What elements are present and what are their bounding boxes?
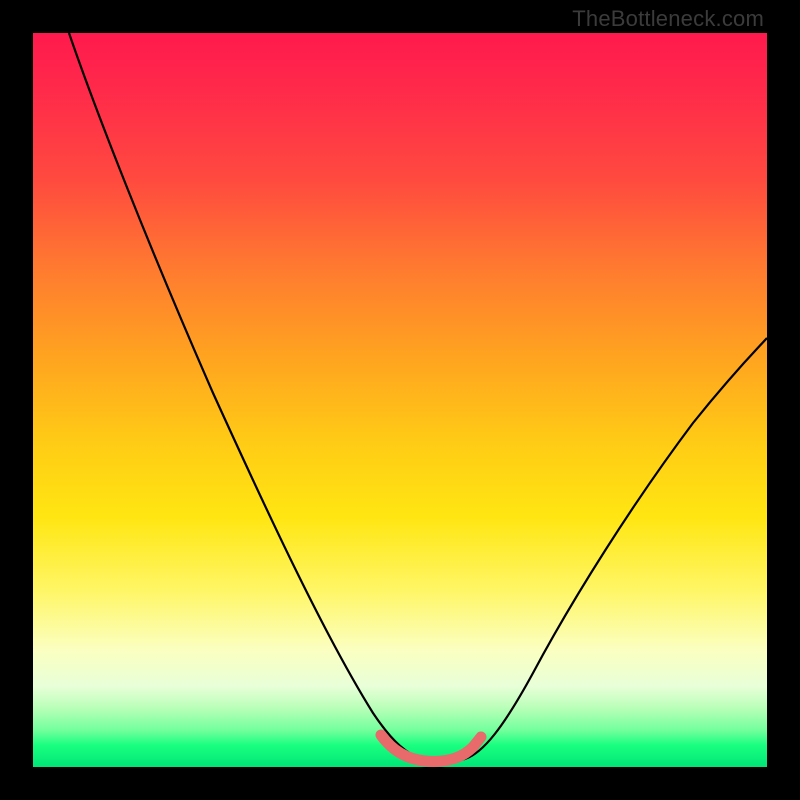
optimal-range-highlight xyxy=(381,735,481,761)
curve-svg xyxy=(33,33,767,767)
watermark-text: TheBottleneck.com xyxy=(572,6,764,32)
chart-frame: TheBottleneck.com xyxy=(0,0,800,800)
plot-area xyxy=(33,33,767,767)
bottleneck-curve xyxy=(69,33,767,762)
